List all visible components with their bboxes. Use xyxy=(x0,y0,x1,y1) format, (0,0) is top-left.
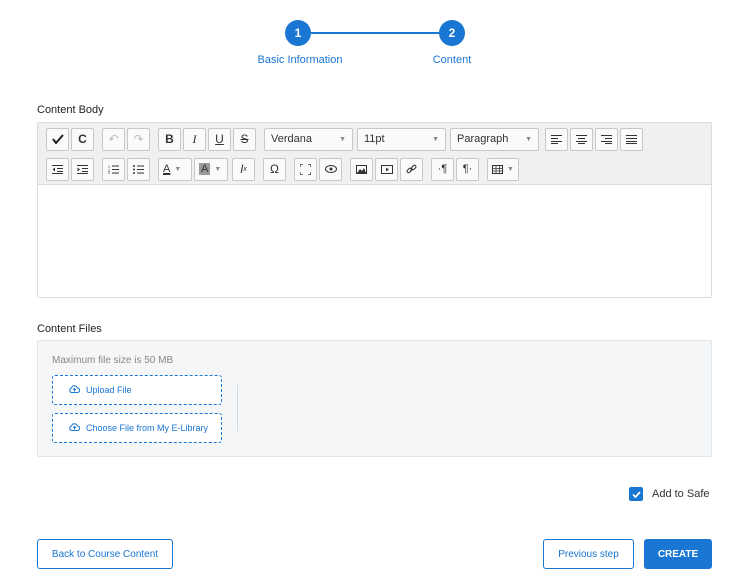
insert-image-icon[interactable] xyxy=(350,157,373,181)
clear-formatting-icon[interactable]: Ix xyxy=(232,157,255,181)
chevron-down-icon: ▼ xyxy=(507,165,514,173)
upload-file-label: Upload File xyxy=(86,385,132,395)
align-right-icon[interactable] xyxy=(595,127,618,151)
outdent-icon[interactable] xyxy=(46,157,69,181)
cloud-upload-icon xyxy=(69,423,81,433)
font-family-select[interactable]: Verdana ▼ xyxy=(264,127,353,151)
check-icon xyxy=(631,490,641,498)
add-to-safe-option[interactable]: Add to Safe xyxy=(629,487,710,501)
step-1-indicator[interactable]: 1 xyxy=(285,20,311,46)
redo-icon[interactable]: ↷ xyxy=(127,127,150,151)
left-to-right-icon[interactable]: ·¶ xyxy=(431,157,454,181)
strikethrough-icon[interactable]: S xyxy=(233,127,256,151)
content-files-panel: Maximum file size is 50 MB Upload File C… xyxy=(37,340,712,457)
chevron-down-icon: ▼ xyxy=(214,165,222,173)
align-justify-icon[interactable] xyxy=(620,127,643,151)
stepper-connector xyxy=(298,32,452,34)
numbered-list-icon[interactable]: 123 xyxy=(102,157,125,181)
background-color-icon: A xyxy=(199,163,211,175)
block-format-value: Paragraph xyxy=(457,133,509,145)
chevron-down-icon: ▼ xyxy=(339,135,346,143)
insert-link-icon[interactable] xyxy=(400,157,423,181)
stepper: 1 2 Basic Information Content xyxy=(0,0,741,80)
spellcheck-icon[interactable] xyxy=(46,127,69,151)
clean-format-icon[interactable]: C xyxy=(71,127,94,151)
text-color-icon: A xyxy=(163,163,171,175)
font-size-value: 11pt xyxy=(364,133,385,145)
content-body-label: Content Body xyxy=(37,104,104,116)
add-to-safe-label: Add to Safe xyxy=(652,488,710,500)
align-left-icon[interactable] xyxy=(545,127,568,151)
background-color-button[interactable]: A ▼ xyxy=(194,157,228,181)
block-format-select[interactable]: Paragraph ▼ xyxy=(450,127,539,151)
step-2-label[interactable]: Content xyxy=(412,54,492,66)
choose-from-library-button[interactable]: Choose File from My E-Library xyxy=(52,413,222,443)
content-files-label: Content Files xyxy=(37,323,102,335)
bold-icon[interactable]: B xyxy=(158,127,181,151)
svg-text:3: 3 xyxy=(108,171,110,174)
editor-content-area[interactable] xyxy=(38,185,711,297)
undo-icon[interactable]: ↶ xyxy=(102,127,125,151)
file-size-hint: Maximum file size is 50 MB xyxy=(52,355,174,366)
upload-file-button[interactable]: Upload File xyxy=(52,375,222,405)
chevron-down-icon: ▼ xyxy=(525,135,532,143)
back-to-course-content-button[interactable]: Back to Course Content xyxy=(37,539,173,569)
right-to-left-icon[interactable]: ¶· xyxy=(456,157,479,181)
underline-icon[interactable]: U xyxy=(208,127,231,151)
files-divider xyxy=(237,385,238,431)
chevron-down-icon: ▼ xyxy=(174,165,182,173)
previous-step-button[interactable]: Previous step xyxy=(543,539,634,569)
font-size-select[interactable]: 11pt ▼ xyxy=(357,127,446,151)
step-1-label[interactable]: Basic Information xyxy=(250,54,350,66)
rich-text-editor: C ↶ ↷ B I U S Verdana ▼ 11pt ▼ Paragraph ▼ xyxy=(37,122,712,298)
step-2-indicator[interactable]: 2 xyxy=(439,20,465,46)
editor-toolbar: C ↶ ↷ B I U S Verdana ▼ 11pt ▼ Paragraph ▼ xyxy=(38,123,711,185)
insert-media-icon[interactable] xyxy=(375,157,398,181)
cloud-upload-icon xyxy=(69,385,81,395)
special-character-icon[interactable]: Ω xyxy=(263,157,286,181)
text-color-button[interactable]: A ▼ xyxy=(158,157,192,181)
choose-from-library-label: Choose File from My E-Library xyxy=(86,423,209,433)
preview-eye-icon[interactable] xyxy=(319,157,342,181)
chevron-down-icon: ▼ xyxy=(432,135,439,143)
table-icon xyxy=(492,164,503,174)
add-to-safe-checkbox[interactable] xyxy=(629,487,643,501)
fullscreen-icon[interactable] xyxy=(294,157,317,181)
create-button[interactable]: CREATE xyxy=(644,539,712,569)
indent-icon[interactable] xyxy=(71,157,94,181)
font-family-value: Verdana xyxy=(271,133,312,145)
bullet-list-icon[interactable] xyxy=(127,157,150,181)
align-center-icon[interactable] xyxy=(570,127,593,151)
table-button[interactable]: ▼ xyxy=(487,157,519,181)
italic-icon[interactable]: I xyxy=(183,127,206,151)
